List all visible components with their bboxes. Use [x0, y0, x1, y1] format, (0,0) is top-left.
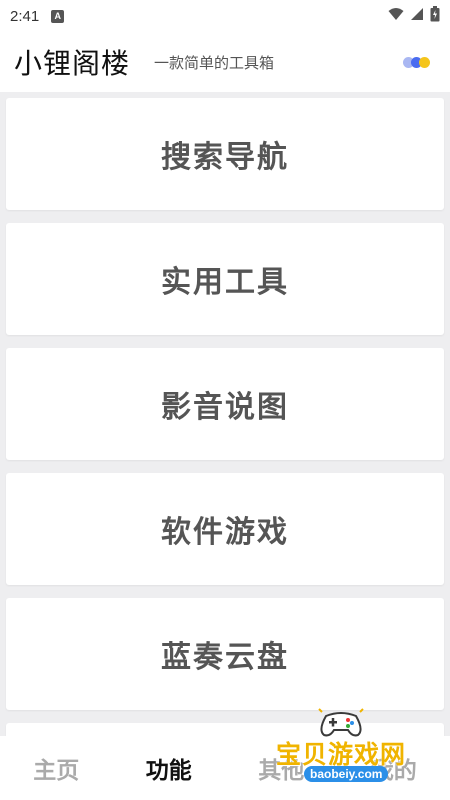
notification-a-icon: A	[51, 9, 65, 23]
wifi-icon	[388, 7, 404, 25]
card-partial[interactable]	[6, 723, 444, 736]
tab-mine[interactable]: 我的	[338, 751, 450, 785]
app-header: 小锂阁楼 一款简单的工具箱	[0, 32, 450, 92]
card-utilities[interactable]: 实用工具	[6, 223, 444, 335]
bottom-nav: 主页 功能 其他 我的	[0, 736, 450, 800]
battery-icon	[430, 6, 440, 26]
card-label: 影音说图	[161, 390, 289, 425]
app-subtitle: 一款简单的工具箱	[154, 53, 275, 72]
dot-3	[419, 56, 430, 68]
card-label: 软件游戏	[161, 515, 289, 550]
card-search-nav[interactable]: 搜索导航	[6, 98, 444, 210]
feature-list: 搜索导航 实用工具 影音说图 软件游戏 蓝奏云盘	[0, 92, 450, 736]
signal-icon	[410, 7, 424, 25]
card-label: 实用工具	[161, 265, 289, 300]
card-software-games[interactable]: 软件游戏	[6, 473, 444, 585]
colored-dots-icon[interactable]	[403, 56, 430, 68]
card-media[interactable]: 影音说图	[6, 348, 444, 460]
app-title: 小锂阁楼	[14, 47, 131, 80]
tab-other[interactable]: 其他	[225, 751, 338, 785]
status-bar: 2:41 A	[0, 0, 450, 32]
status-icons	[388, 6, 440, 26]
tab-home[interactable]: 主页	[0, 751, 113, 785]
card-label: 蓝奏云盘	[161, 640, 289, 675]
tab-features[interactable]: 功能	[113, 751, 226, 785]
status-time: 2:41	[10, 7, 40, 25]
card-lanzou-cloud[interactable]: 蓝奏云盘	[6, 598, 444, 710]
card-label: 搜索导航	[161, 140, 289, 175]
